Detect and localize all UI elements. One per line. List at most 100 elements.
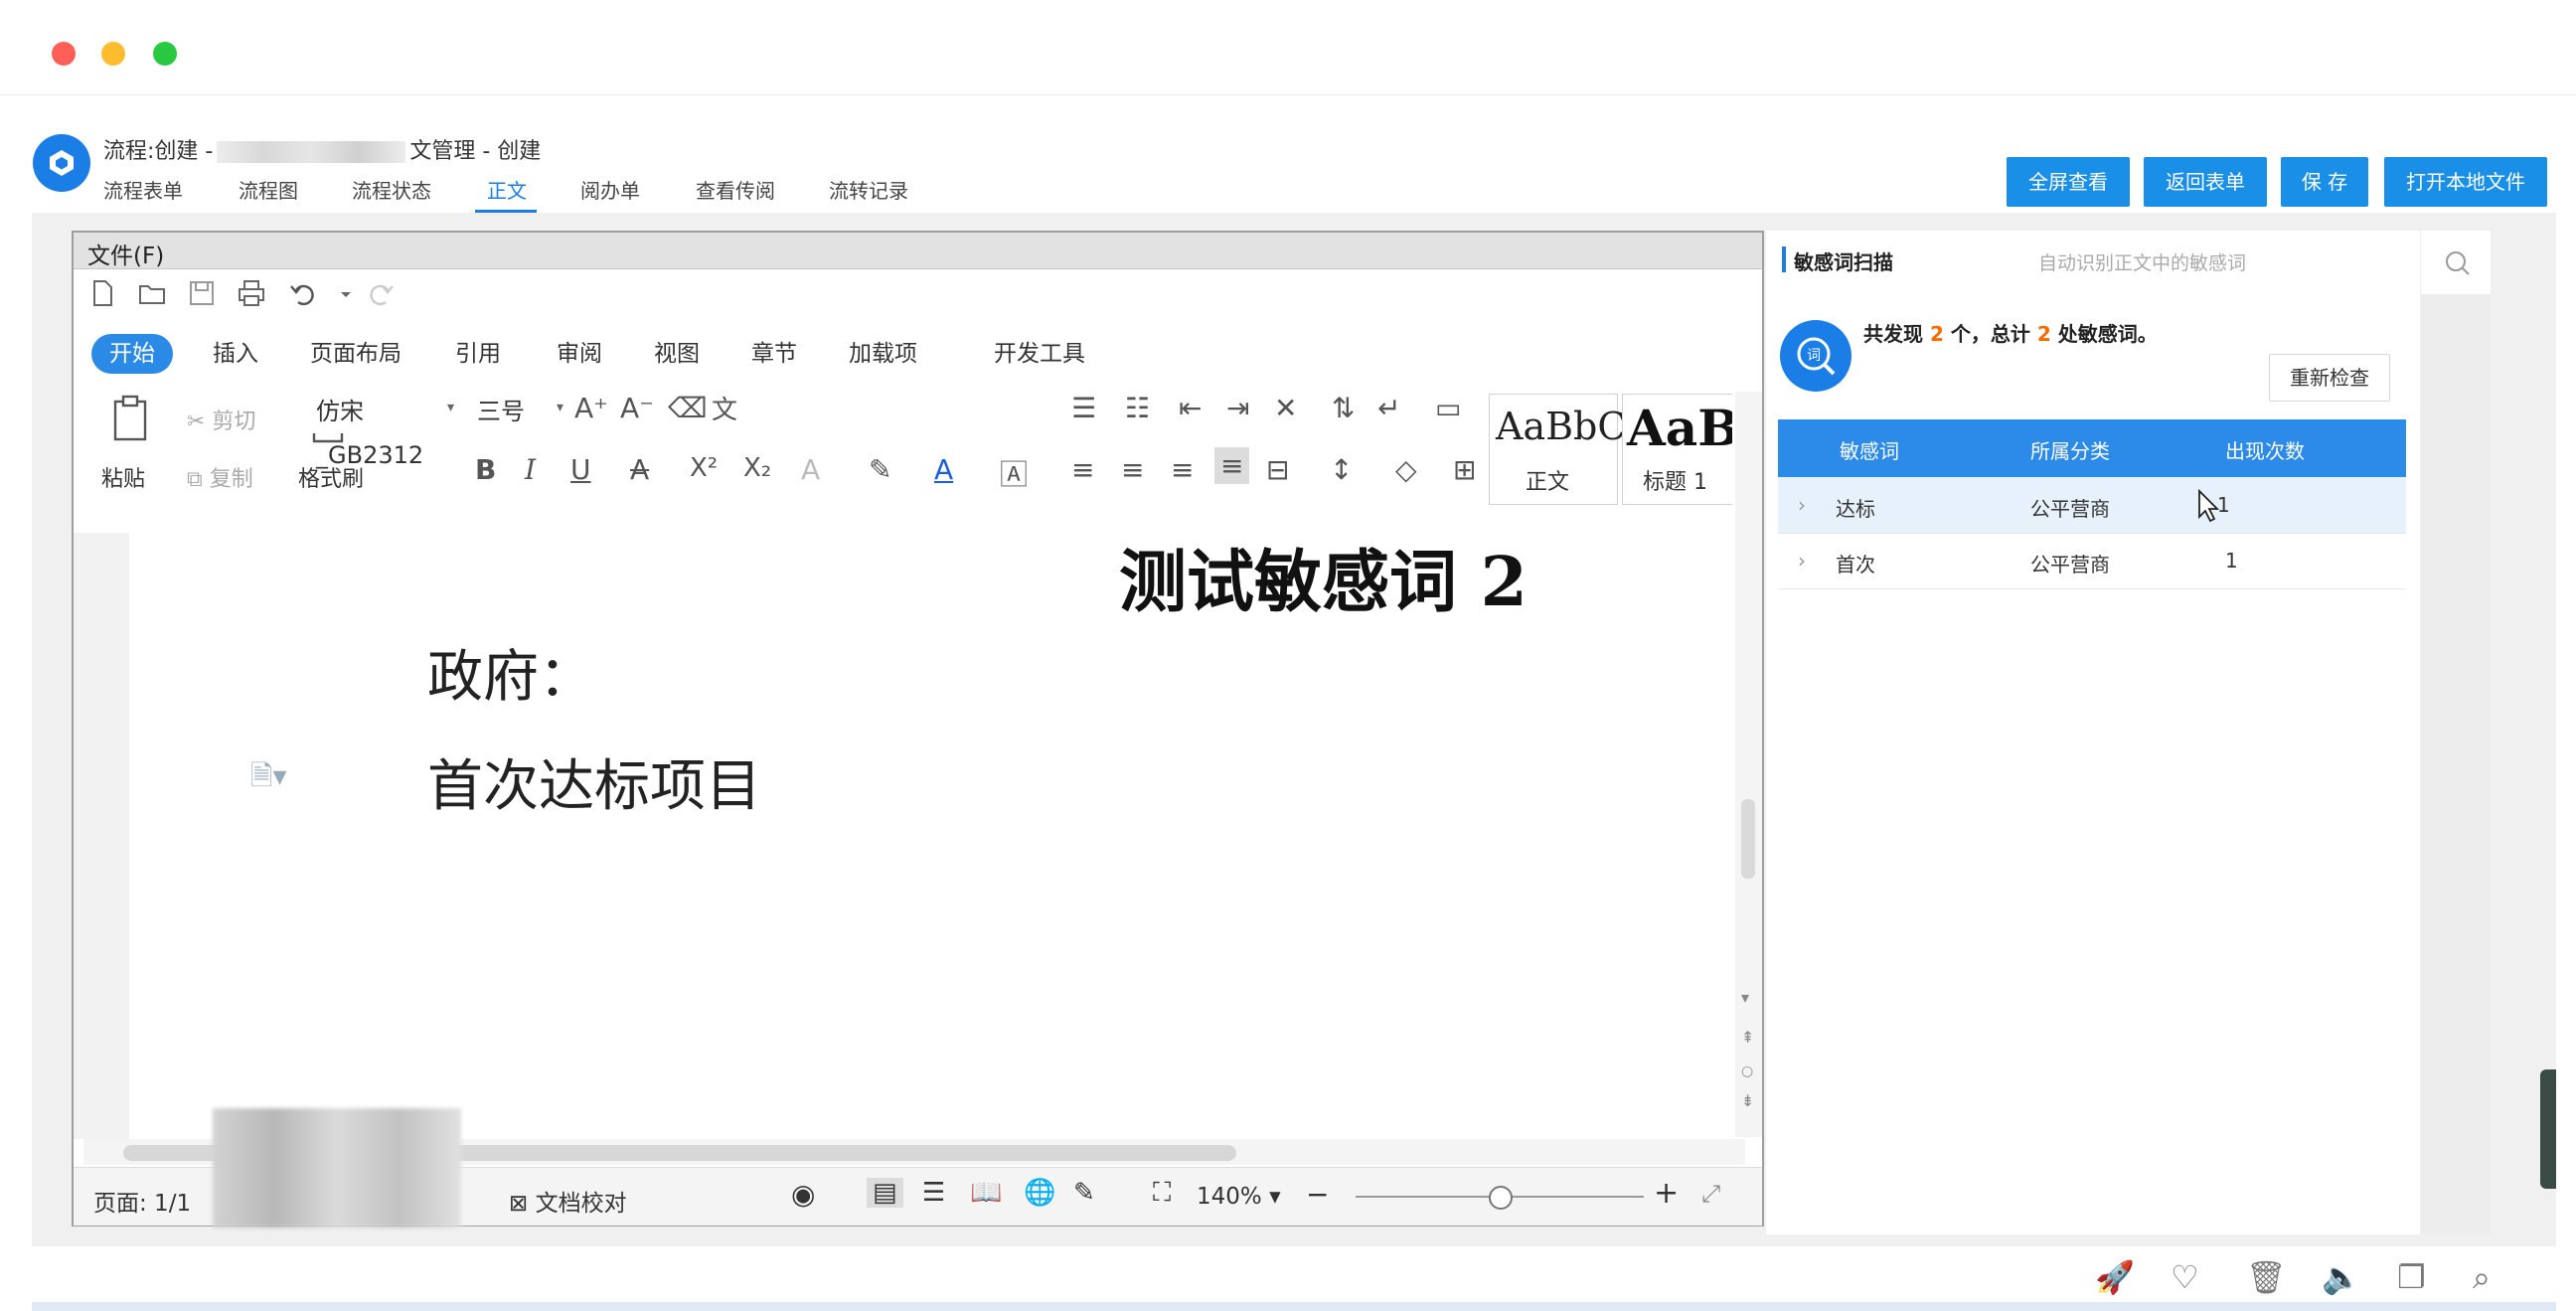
bullet-list-icon[interactable]: ☰ [1071,392,1096,424]
save-icon[interactable] [187,278,217,308]
edge-handle[interactable] [2540,1069,2556,1189]
ribbon-tab-layout[interactable]: 页面布局 [306,334,405,374]
decrease-indent-icon[interactable]: ⇤ [1179,392,1202,424]
bold-icon[interactable]: B [475,453,496,486]
char-border-icon[interactable]: 🄰 [1000,453,1028,493]
phonetic-guide-icon[interactable]: 文 [712,390,737,426]
zoom-out-button[interactable]: − [1306,1178,1329,1211]
align-left-icon[interactable]: ≡ [1071,453,1094,486]
align-right-icon[interactable]: ≡ [1171,453,1194,486]
undo-dropdown-icon[interactable] [338,278,354,308]
cut-button[interactable]: ✂ 剪切 [187,404,255,435]
redo-icon[interactable] [366,278,396,308]
expand-row-icon[interactable]: › [1798,549,1806,573]
table-row[interactable]: › 首次 公平营商 1 [1778,533,2406,589]
fit-page-icon[interactable]: ⛶ [1153,1178,1171,1209]
underline-icon[interactable]: U [570,453,591,486]
grow-font-icon[interactable]: A⁺ [574,392,608,424]
paste-icon[interactable] [109,394,153,443]
numbered-list-icon[interactable]: ☷ [1125,392,1150,424]
column-count[interactable]: 出现次数 [2225,435,2305,464]
rocket-icon[interactable]: 🚀 [2095,1258,2135,1296]
undo-icon[interactable] [288,278,318,308]
eye-protection-icon[interactable]: ◉ [791,1178,815,1211]
select-browse-icon[interactable]: ○ [1741,1064,1753,1079]
increase-indent-icon[interactable]: ⇥ [1226,392,1249,424]
search-icon[interactable]: ⌕ [2473,1258,2491,1297]
highlight-icon[interactable]: ✎ [869,453,891,486]
justify-icon[interactable]: ≡ [1214,447,1250,484]
zoom-slider-thumb[interactable] [1489,1186,1513,1210]
zoom-in-button[interactable]: + [1654,1176,1679,1211]
font-name-dropdown-icon[interactable]: ▾ [447,400,454,415]
read-mode-icon[interactable]: 📖 [970,1178,1002,1208]
distributed-align-icon[interactable]: ⊟ [1266,453,1289,486]
ribbon-tab-addins[interactable]: 加载项 [845,334,921,374]
open-local-file-button[interactable]: 打开本地文件 [2384,157,2547,207]
recheck-button[interactable]: 重新检查 [2269,354,2390,402]
font-name-select[interactable]: 仿宋_GB2312 [310,390,449,469]
page-view-icon[interactable]: ▤ [867,1178,903,1208]
style-heading-1[interactable]: AaB 标题 1 [1622,394,1732,505]
ribbon-tab-home[interactable]: 开始 [91,334,173,374]
document-page[interactable]: 测试敏感词 2 政府： 首次达标项目 🗎▾ [74,533,1735,1139]
new-doc-icon[interactable] [87,278,117,308]
print-icon[interactable] [237,278,266,308]
paragraph-mark-icon[interactable]: ↵ [1377,392,1400,424]
tab-form[interactable]: 流程表单 [103,175,183,204]
next-page-icon[interactable]: ⇟ [1741,1091,1754,1110]
tab-status[interactable]: 流程状态 [352,175,431,204]
vertical-scroll-thumb[interactable] [1741,799,1755,879]
ruler-icon[interactable]: ▭ [1435,392,1461,424]
text-effect-icon[interactable]: A [801,453,820,486]
zoom-level[interactable]: 140% ▾ [1197,1184,1281,1210]
style-normal[interactable]: AaBbC 正文 [1489,394,1626,505]
copy-icon[interactable]: ❐ [2397,1258,2426,1296]
paste-label[interactable]: 粘贴 [101,461,145,493]
ribbon-tab-developer[interactable]: 开发工具 [990,334,1089,374]
borders-icon[interactable]: ⊞ [1453,453,1476,486]
fullscreen-button[interactable]: 全屏查看 [2007,157,2130,207]
tab-circulation[interactable]: 查看传阅 [696,175,775,204]
table-row[interactable]: › 达标 公平营商 1 [1778,477,2406,534]
write-mode-icon[interactable]: ✎ [1073,1178,1095,1208]
line-spacing-icon[interactable]: ↕ [1330,453,1353,486]
proofread-button[interactable]: ⊠ 文档校对 [509,1184,627,1218]
window-zoom-dot[interactable] [153,42,177,66]
window-close-dot[interactable] [52,42,76,66]
expand-row-icon[interactable]: › [1798,493,1806,517]
web-view-icon[interactable]: 🌐 [1024,1178,1055,1208]
file-menu[interactable]: 文件(F) [87,237,164,270]
font-size-dropdown-icon[interactable]: ▾ [557,400,564,415]
copy-button[interactable]: ⧉ 复制 [187,461,253,493]
window-minimize-dot[interactable] [101,42,125,66]
tab-read-sheet[interactable]: 阅办单 [580,175,640,204]
scan-search-icon[interactable] [2443,248,2471,276]
tab-transfer-log[interactable]: 流转记录 [829,175,908,204]
ribbon-tab-view[interactable]: 视图 [650,334,704,374]
font-color-icon[interactable]: A [934,453,953,486]
speaker-icon[interactable]: 🔈 [2322,1258,2361,1296]
prev-page-icon[interactable]: ⇞ [1741,1028,1754,1047]
sort-icon[interactable]: ⇅ [1332,392,1355,424]
strikethrough-icon[interactable]: A [630,453,649,486]
fullscreen-icon[interactable]: ⤢ [1701,1180,1720,1208]
save-button[interactable]: 保 存 [2281,157,2368,207]
align-center-icon[interactable]: ≡ [1121,453,1144,486]
outline-view-icon[interactable]: ☰ [922,1178,945,1208]
ribbon-tab-review[interactable]: 审阅 [553,334,606,374]
column-category[interactable]: 所属分类 [2030,435,2110,464]
column-word[interactable]: 敏感词 [1840,435,1899,464]
vertical-scrollbar[interactable]: ▾ ⇞ ○ ⇟ [1735,392,1762,1137]
shrink-font-icon[interactable]: A⁻ [620,392,654,424]
subscript-icon[interactable]: X₂ [743,453,771,483]
font-size-select[interactable]: 三号 [471,390,557,433]
open-folder-icon[interactable] [137,278,167,308]
tab-flowchart[interactable]: 流程图 [239,175,298,204]
ribbon-tab-section[interactable]: 章节 [747,334,801,374]
ribbon-tab-references[interactable]: 引用 [451,334,505,374]
scroll-down-icon[interactable]: ▾ [1741,988,1749,1007]
back-to-form-button[interactable]: 返回表单 [2144,157,2267,207]
chinese-layout-icon[interactable]: ✕ [1274,392,1297,424]
trash-icon[interactable]: 🗑 [2246,1258,2287,1296]
